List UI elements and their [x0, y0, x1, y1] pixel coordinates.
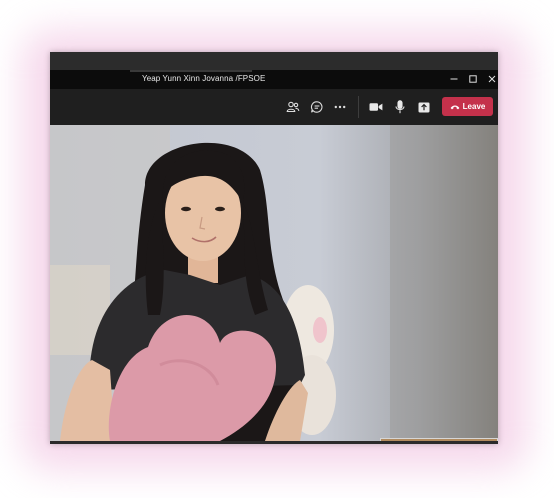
toolbar-divider [358, 96, 359, 118]
title-underline [130, 70, 252, 72]
phone-hangup-icon [450, 104, 460, 110]
camera-icon[interactable] [367, 98, 385, 116]
microphone-icon[interactable] [391, 98, 409, 116]
title-bar: Yeap Yunn Xinn Jovanna /FPSOE [50, 70, 498, 89]
bottom-border [50, 441, 498, 444]
main-video-feed [50, 125, 498, 441]
meeting-window: Yeap Yunn Xinn Jovanna /FPSOE Leave [50, 52, 498, 444]
participants-icon[interactable] [284, 98, 302, 116]
chat-icon[interactable] [308, 98, 326, 116]
maximize-icon[interactable] [465, 72, 481, 86]
share-screen-icon[interactable] [415, 98, 433, 116]
close-icon[interactable] [484, 72, 498, 86]
window-title: Yeap Yunn Xinn Jovanna /FPSOE [142, 74, 266, 83]
minimize-icon[interactable] [446, 72, 462, 86]
meeting-toolbar: Leave [50, 89, 498, 125]
window-top-strip [50, 52, 498, 70]
more-options-icon[interactable] [331, 98, 349, 116]
leave-button[interactable]: Leave [442, 97, 493, 116]
leave-label: Leave [462, 102, 486, 111]
